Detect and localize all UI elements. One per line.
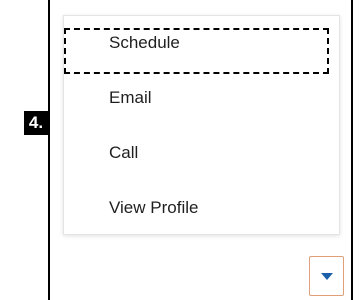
caret-down-icon <box>321 273 333 280</box>
menu-item-email[interactable]: Email <box>64 71 339 125</box>
dropdown-toggle-button[interactable] <box>309 256 344 296</box>
actions-dropdown-menu: Schedule Email Call View Profile <box>63 15 340 235</box>
step-number-badge: 4. <box>24 111 48 135</box>
actions-panel: Schedule Email Call View Profile <box>48 0 353 300</box>
menu-item-schedule[interactable]: Schedule <box>64 16 339 70</box>
menu-item-call[interactable]: Call <box>64 126 339 180</box>
menu-item-view-profile[interactable]: View Profile <box>64 181 339 235</box>
screenshot-canvas: 4. Schedule Email Call View Profile <box>0 0 364 300</box>
